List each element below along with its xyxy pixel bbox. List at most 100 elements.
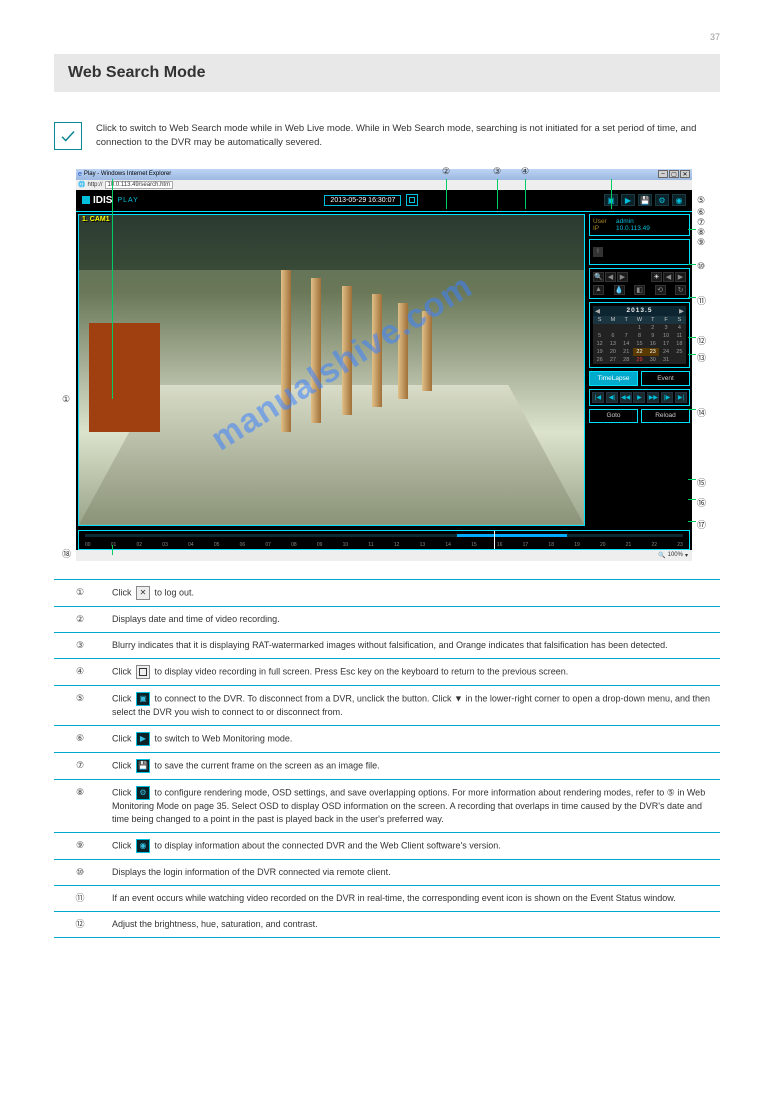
fullscreen-button[interactable] — [406, 194, 418, 206]
timeline-tick: 07 — [265, 542, 271, 548]
zoom-indicator: 🔍 — [658, 552, 665, 559]
cal-day-cell[interactable]: 16 — [646, 340, 659, 348]
cal-day-cell[interactable] — [593, 324, 606, 332]
cal-day-cell[interactable]: 19 — [593, 348, 606, 356]
cal-day-cell[interactable]: 24 — [659, 348, 672, 356]
url-field[interactable]: 10.0.113.49/search.htm — [105, 181, 174, 189]
zoom-icon[interactable]: 🔍 — [593, 272, 604, 282]
timeline-tick: 04 — [188, 542, 194, 548]
timeline-tick: 02 — [137, 542, 143, 548]
logo-icon — [82, 196, 90, 204]
cal-day-cell[interactable]: 28 — [620, 356, 633, 364]
cal-day-cell[interactable]: 5 — [593, 332, 606, 340]
cal-day-cell[interactable]: 22 — [633, 348, 646, 356]
sharpen-button[interactable]: ▲ — [593, 285, 604, 295]
play-button[interactable]: ▶ — [633, 392, 645, 403]
cal-day-cell[interactable]: 3 — [659, 324, 672, 332]
cal-day-cell[interactable]: 26 — [593, 356, 606, 364]
callout-16: ⑯ — [697, 496, 706, 509]
cal-day-cell[interactable]: 8 — [633, 332, 646, 340]
callout-2: ② — [442, 166, 450, 177]
rewind-button[interactable]: ◀◀ — [620, 392, 632, 403]
cal-day-cell[interactable]: 6 — [606, 332, 619, 340]
cal-day-cell[interactable]: 27 — [606, 356, 619, 364]
blur-button[interactable]: 💧 — [614, 285, 625, 295]
cal-day-cell[interactable]: 20 — [606, 348, 619, 356]
video-area[interactable]: 1. CAM1 manualshive.com — [78, 214, 585, 526]
callout-12: ⑫ — [697, 334, 706, 347]
zoom-out-button[interactable]: ◀ — [605, 272, 616, 282]
row-description: Click ▣ to connect to the DVR. To discon… — [106, 685, 720, 725]
table-row: ⑦Click 💾 to save the current frame on th… — [54, 752, 720, 779]
row-description: If an event occurs while watching video … — [106, 885, 720, 911]
zoom-in-button[interactable]: ▶ — [617, 272, 628, 282]
cal-day-cell[interactable]: 17 — [659, 340, 672, 348]
cal-day-cell[interactable]: 18 — [673, 340, 686, 348]
fastforward-button[interactable]: ▶▶ — [647, 392, 659, 403]
settings-button[interactable]: ⚙ — [655, 194, 669, 206]
cal-day-cell[interactable]: 30 — [646, 356, 659, 364]
cal-day-cell[interactable]: 25 — [673, 348, 686, 356]
cal-next-button[interactable]: ▶ — [679, 307, 684, 315]
table-row: ①Click ✕ to log out. — [54, 579, 720, 606]
table-row: ⑩Displays the login information of the D… — [54, 859, 720, 885]
cal-day-cell[interactable]: 9 — [646, 332, 659, 340]
callout-15: ⑮ — [697, 476, 706, 489]
timelapse-tab[interactable]: TimeLapse — [589, 371, 638, 386]
timeline-tick: 03 — [162, 542, 168, 548]
about-button[interactable]: ◉ — [672, 194, 686, 206]
window-controls[interactable]: – ▢ ✕ — [658, 170, 690, 178]
step-back-button[interactable]: ◀| — [606, 392, 618, 403]
side-panel: Useradmin IP10.0.113.49 ! 🔍 ◀ ▶ — [587, 212, 692, 528]
timeline-tick: 11 — [368, 542, 373, 548]
timeline[interactable]: 0001020304050607080910111213141516171819… — [78, 530, 690, 550]
live-button[interactable]: ▶ — [621, 194, 635, 206]
cal-day-header: M — [606, 316, 619, 324]
cal-prev-button[interactable]: ◀ — [595, 307, 600, 315]
equalize-button[interactable]: ◧ — [634, 285, 645, 295]
close-icon[interactable]: ✕ — [680, 170, 690, 178]
cal-day-cell[interactable] — [606, 324, 619, 332]
timeline-tick: 18 — [548, 542, 554, 548]
cal-day-cell[interactable]: 31 — [659, 356, 672, 364]
cal-day-cell[interactable]: 13 — [606, 340, 619, 348]
cal-day-cell[interactable]: 21 — [620, 348, 633, 356]
goto-button[interactable]: Goto — [589, 409, 638, 423]
brightness-down-button[interactable]: ◀ — [663, 272, 674, 282]
row-number: ⑨ — [54, 832, 106, 859]
cal-day-cell[interactable]: 23 — [646, 348, 659, 356]
ie-icon: e — [78, 171, 82, 178]
zoom-dropdown-icon[interactable]: ▾ — [685, 552, 688, 559]
cal-day-cell[interactable]: 7 — [620, 332, 633, 340]
cal-day-cell[interactable]: 12 — [593, 340, 606, 348]
step-forward-button[interactable]: |▶ — [661, 392, 673, 403]
interpolate-button[interactable]: ⟲ — [655, 285, 666, 295]
cal-day-cell[interactable]: 14 — [620, 340, 633, 348]
event-tab[interactable]: Event — [641, 371, 690, 386]
cal-day-cell[interactable]: 2 — [646, 324, 659, 332]
callout-11: ⑪ — [697, 294, 706, 307]
revert-button[interactable]: ↻ — [675, 285, 686, 295]
cal-day-cell[interactable]: 10 — [659, 332, 672, 340]
goto-first-button[interactable]: |◀ — [592, 392, 604, 403]
brightness-up-button[interactable]: ▶ — [675, 272, 686, 282]
save-image-button[interactable]: 💾 — [638, 194, 652, 206]
cal-day-cell[interactable]: 11 — [673, 332, 686, 340]
minimize-icon[interactable]: – — [658, 170, 668, 178]
goto-last-button[interactable]: ▶| — [675, 392, 687, 403]
goto-reload-row: Goto Reload — [589, 409, 690, 423]
mode-label: PLAY — [117, 197, 138, 204]
timeline-tick: 15 — [471, 542, 477, 548]
cal-day-cell[interactable]: 4 — [673, 324, 686, 332]
header-toolbar: ▣ ▶ 💾 ⚙ ◉ — [604, 194, 686, 206]
cal-day-cell[interactable]: 15 — [633, 340, 646, 348]
cal-day-cell[interactable] — [620, 324, 633, 332]
maximize-icon[interactable]: ▢ — [669, 170, 679, 178]
cal-day-cell[interactable]: 1 — [633, 324, 646, 332]
cal-day-cell[interactable]: 29 — [633, 356, 646, 364]
row-description: Click ⚙ to configure rendering mode, OSD… — [106, 779, 720, 832]
calendar-grid[interactable]: SMTWTFS123456789101112131415161718192021… — [593, 316, 686, 364]
row-number: ④ — [54, 658, 106, 685]
cal-day-cell[interactable] — [673, 356, 686, 364]
reload-button[interactable]: Reload — [641, 409, 690, 423]
